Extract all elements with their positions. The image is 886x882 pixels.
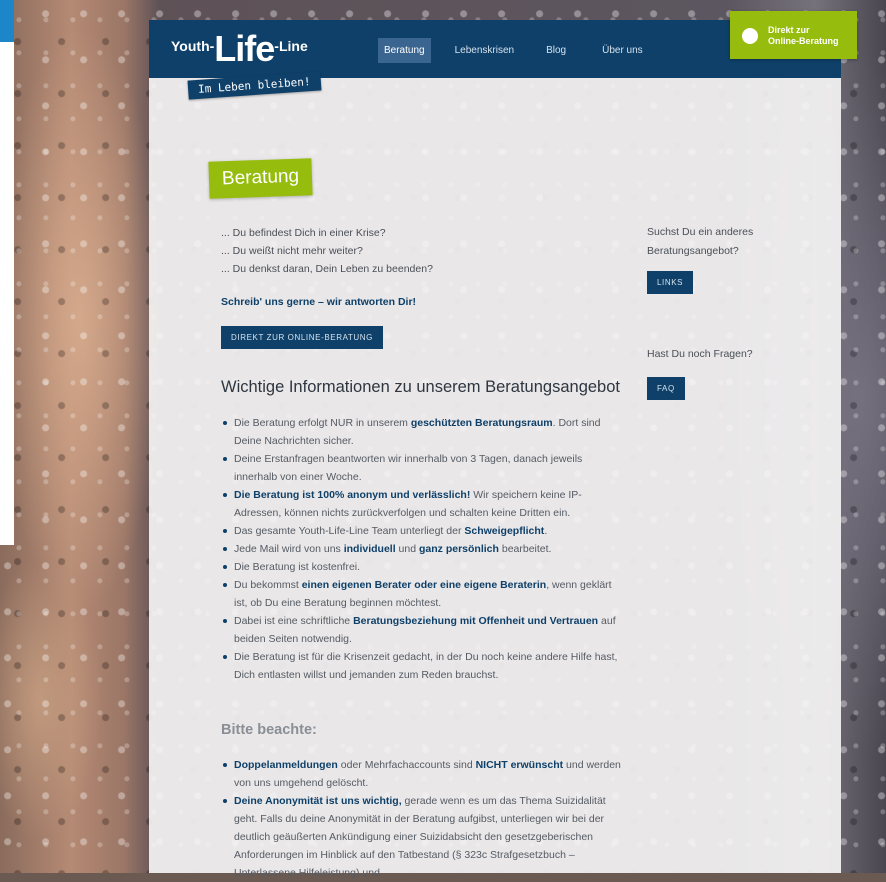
sidebar-question-line: Beratungsangebot? xyxy=(647,245,739,257)
left-window-edge xyxy=(0,0,14,545)
online-beratung-cta-button[interactable]: Direkt zur Online-Beratung xyxy=(730,11,857,59)
intro-line: ... Du weißt nicht mehr weiter? xyxy=(221,245,363,257)
sidebar-question-other-offers: Suchst Du ein anderes Beratungsangebot? xyxy=(647,223,753,261)
info-list: Die Beratung erfolgt NUR in unserem gesc… xyxy=(221,414,621,684)
list-item: Die Beratung erfolgt NUR in unserem gesc… xyxy=(221,414,621,450)
site-logo[interactable]: Youth-Life-Line xyxy=(171,28,308,70)
faq-button[interactable]: FAQ xyxy=(647,377,685,400)
list-item-text: Das gesamte Youth-Life-Line Team unterli… xyxy=(234,525,465,537)
logo-text-life: Life xyxy=(214,28,275,69)
nav-beratung[interactable]: Beratung xyxy=(378,38,431,63)
list-item-emphasis: NICHT erwünscht xyxy=(475,759,564,771)
logo-text-youth: Youth- xyxy=(171,38,215,54)
list-item-emphasis: Die Beratung ist 100% anonym und verläss… xyxy=(234,489,471,501)
list-item-text: Deine Erstanfragen beantworten wir inner… xyxy=(234,453,583,483)
list-item-text: und xyxy=(395,543,419,555)
list-item-text: Die Beratung ist für die Krisenzeit geda… xyxy=(234,651,618,681)
write-us-text: Schreib' uns gerne – wir antworten Dir! xyxy=(221,296,417,308)
list-item: Die Beratung ist 100% anonym und verläss… xyxy=(221,486,621,522)
note-heading: Bitte beachte: xyxy=(221,722,317,738)
page-title: Beratung xyxy=(208,158,313,199)
intro-line: ... Du befindest Dich in einer Krise? xyxy=(221,227,386,239)
list-item-text: Du bekommst xyxy=(234,579,302,591)
online-beratung-button[interactable]: DIREKT ZUR ONLINE-BERATUNG xyxy=(221,326,383,349)
list-item-text: bearbeitet. xyxy=(498,543,552,555)
list-item: Du bekommst einen eigenen Berater oder e… xyxy=(221,576,621,612)
note-list: Doppelanmeldungen oder Mehrfachaccounts … xyxy=(221,756,621,882)
intro-line: ... Du denkst daran, Dein Leben zu beend… xyxy=(221,263,433,275)
nav-ueber-uns[interactable]: Über uns xyxy=(596,38,649,63)
nav-blog[interactable]: Blog xyxy=(540,38,572,63)
list-item-emphasis: Deine Anonymität ist uns wichtig, xyxy=(234,795,402,807)
list-item-emphasis: Schweigepflicht xyxy=(464,525,545,537)
nav-lebenskrisen[interactable]: Lebenskrisen xyxy=(449,38,520,63)
sidebar-question-faq: Hast Du noch Fragen? xyxy=(647,348,753,360)
cta-line-2: Online-Beratung xyxy=(768,36,839,46)
main-nav: Beratung Lebenskrisen Blog Über uns xyxy=(378,38,659,63)
list-item-text: Dabei ist eine schriftliche xyxy=(234,615,354,627)
list-item: Doppelanmeldungen oder Mehrfachaccounts … xyxy=(221,756,621,792)
list-item-text: Die Beratung ist kostenfrei. xyxy=(234,561,361,573)
list-item: Deine Anonymität ist uns wichtig, gerade… xyxy=(221,792,621,882)
logo-text-line: -Line xyxy=(274,38,308,54)
sidebar-question-line: Suchst Du ein anderes xyxy=(647,226,754,238)
list-item-emphasis: einen eigenen Berater oder eine eigene B… xyxy=(301,579,547,591)
list-item-text: . xyxy=(544,525,548,537)
list-item-text: gerade wenn es um das Thema Suizidalität… xyxy=(234,795,606,879)
intro-questions: ... Du befindest Dich in einer Krise? ..… xyxy=(221,224,433,278)
list-item: Deine Erstanfragen beantworten wir inner… xyxy=(221,450,621,486)
list-item-emphasis: geschützten Beratungsraum xyxy=(410,417,553,429)
list-item-text: oder Mehrfachaccounts sind xyxy=(337,759,476,771)
list-item: Dabei ist eine schriftliche Beratungsbez… xyxy=(221,612,621,648)
list-item-emphasis: Beratungsbeziehung mit Offenheit und Ver… xyxy=(353,615,599,627)
list-item-text: Jede Mail wird von uns xyxy=(234,543,344,555)
list-item-text: Die Beratung erfolgt NUR in unserem xyxy=(234,417,411,429)
links-button[interactable]: LINKS xyxy=(647,271,694,294)
list-item: Das gesamte Youth-Life-Line Team unterli… xyxy=(221,522,621,540)
list-item-emphasis: ganz persönlich xyxy=(419,543,499,555)
list-item: Die Beratung ist kostenfrei. xyxy=(221,558,621,576)
chat-bubble-icon xyxy=(742,28,758,44)
info-heading: Wichtige Informationen zu unserem Beratu… xyxy=(221,378,620,396)
list-item: Die Beratung ist für die Krisenzeit geda… xyxy=(221,648,621,684)
cta-line-1: Direkt zur xyxy=(768,25,810,35)
list-item: Jede Mail wird von uns individuell und g… xyxy=(221,540,621,558)
list-item-emphasis: Doppelanmeldungen xyxy=(234,759,338,771)
list-item-emphasis: individuell xyxy=(343,543,396,555)
